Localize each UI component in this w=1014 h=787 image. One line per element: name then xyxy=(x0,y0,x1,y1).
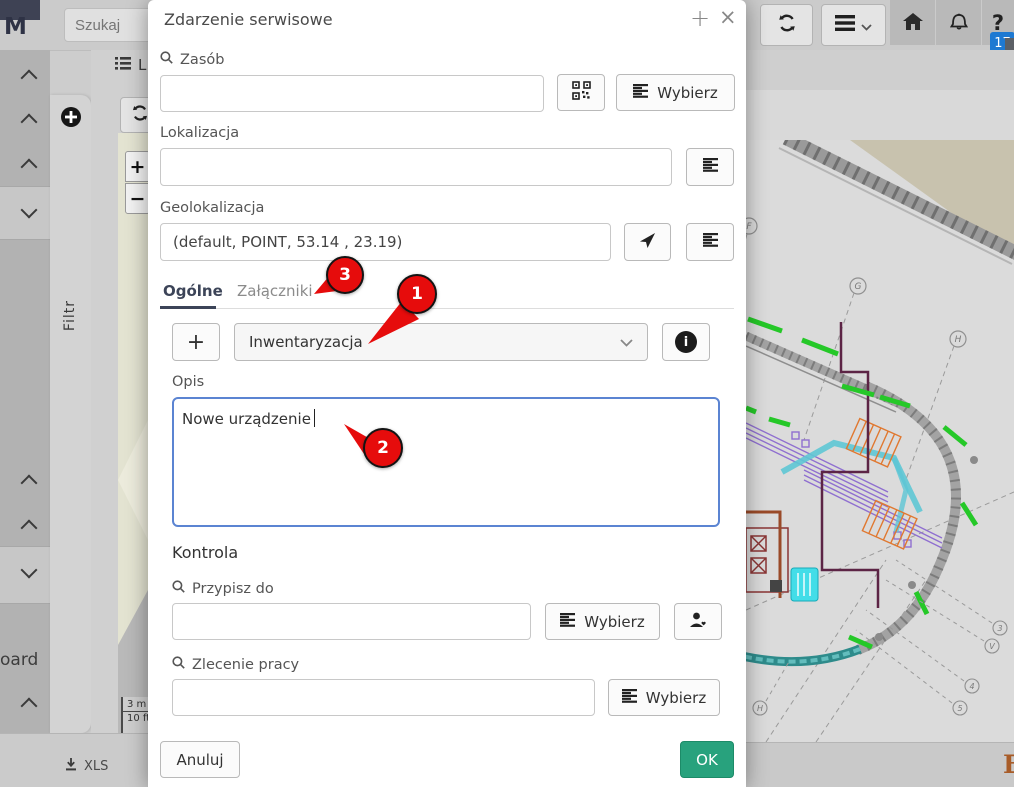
annotation-step-3: 3 xyxy=(326,256,364,294)
ref-label: H xyxy=(757,704,763,713)
notifications-button[interactable] xyxy=(936,0,981,45)
search-icon xyxy=(172,580,185,597)
ok-button[interactable]: OK xyxy=(680,741,734,778)
filter-panel-tab[interactable] xyxy=(50,95,91,733)
secondary-toolbar xyxy=(746,50,1014,90)
filter-tab-label: Filtr xyxy=(62,300,78,331)
grid-label: F xyxy=(746,222,752,232)
list-select-icon xyxy=(560,613,575,631)
assign-to-label: Przypisz do xyxy=(172,580,274,597)
text-cursor xyxy=(314,409,316,427)
cad-drawing: F G H xyxy=(746,140,1014,742)
ref-label: 3 xyxy=(997,624,1002,633)
search-icon xyxy=(172,656,185,673)
asset-field-label: Zasób xyxy=(160,51,224,68)
description-label: Opis xyxy=(172,374,204,390)
ref-label: 4 xyxy=(969,682,974,691)
viewer-header xyxy=(746,90,1014,140)
search-icon xyxy=(160,51,173,68)
info-icon: i xyxy=(675,331,697,353)
assign-to-me-button[interactable] xyxy=(674,603,722,640)
work-order-input[interactable] xyxy=(172,679,595,716)
active-tab-underline xyxy=(160,306,216,309)
person-heart-icon xyxy=(689,611,707,633)
bell-icon xyxy=(948,10,970,36)
qr-code-icon xyxy=(572,81,591,104)
sidebar-item-dashboard-partial[interactable]: oard xyxy=(0,650,38,670)
grid-label: H xyxy=(955,335,962,345)
chevron-down-icon xyxy=(620,333,633,351)
tab-general[interactable]: Ogólne xyxy=(163,282,223,300)
tab-attachments[interactable]: Załączniki xyxy=(237,282,313,300)
search-input[interactable] xyxy=(64,8,154,42)
work-order-select-button[interactable]: Wybierz xyxy=(608,679,720,716)
home-button[interactable] xyxy=(890,0,935,45)
grid-label: G xyxy=(855,282,862,292)
application-window: M ? 17 oard F xyxy=(0,0,1014,787)
refresh-button[interactable] xyxy=(760,4,813,46)
ref-label: 5 xyxy=(957,704,962,713)
event-type-value: Inwentaryzacja xyxy=(249,333,363,351)
description-textarea[interactable]: Nowe urządzenie xyxy=(172,397,720,527)
geolocation-input[interactable] xyxy=(160,223,611,261)
question-mark-icon: ? xyxy=(992,11,1004,35)
list-select-icon xyxy=(633,84,648,102)
list-select-icon xyxy=(703,158,718,176)
qr-scan-button[interactable] xyxy=(557,74,605,111)
list-select-icon xyxy=(622,689,637,707)
layers-list-button[interactable]: L xyxy=(115,56,146,74)
assign-select-button[interactable]: Wybierz xyxy=(545,603,660,640)
type-info-button[interactable]: i xyxy=(662,323,710,361)
work-order-label: Zlecenie pracy xyxy=(172,656,299,673)
export-xls-button[interactable]: XLS xyxy=(64,757,108,775)
dialog-close-icon[interactable]: × xyxy=(719,7,737,28)
list-icon xyxy=(115,56,131,74)
layers-label: L xyxy=(138,56,146,74)
cancel-button[interactable]: Anuluj xyxy=(160,741,240,778)
tab-strip-divider xyxy=(160,308,734,309)
map-zoom-in-button[interactable]: + xyxy=(125,151,150,182)
cad-corner-letter: E xyxy=(1003,750,1014,779)
annotation-step-2: 2 xyxy=(363,428,403,468)
home-icon xyxy=(902,11,924,35)
assign-to-input[interactable] xyxy=(172,603,531,640)
asset-select-button[interactable]: Wybierz xyxy=(616,74,735,111)
chevron-down-icon xyxy=(861,16,872,35)
app-logo: M xyxy=(4,14,27,40)
service-event-dialog: Zdarzenie serwisowe + × Zasób Wybierz Lo… xyxy=(148,0,746,787)
location-input[interactable] xyxy=(160,148,672,186)
refresh-icon xyxy=(777,13,797,37)
location-select-button[interactable] xyxy=(686,148,734,186)
control-heading: Kontrola xyxy=(172,543,238,562)
bottom-bar-right xyxy=(746,742,1014,787)
dialog-add-icon[interactable]: + xyxy=(690,6,710,30)
geolocation-select-button[interactable] xyxy=(686,223,734,261)
cad-viewport[interactable]: F G H xyxy=(746,140,1014,742)
location-field-label: Lokalizacja xyxy=(160,125,239,141)
download-icon xyxy=(64,757,78,775)
main-menu-button[interactable] xyxy=(821,4,886,46)
geolocation-field-label: Geolokalizacja xyxy=(160,200,264,216)
hamburger-icon xyxy=(835,15,855,35)
circle-plus-icon[interactable] xyxy=(60,106,82,132)
asset-input[interactable] xyxy=(160,75,544,112)
refresh-icon xyxy=(131,104,149,126)
description-text: Nowe urządzenie xyxy=(182,410,311,428)
map-polygon-light xyxy=(118,410,148,550)
locate-button[interactable] xyxy=(624,223,671,261)
export-label: XLS xyxy=(84,759,108,774)
list-select-icon xyxy=(703,233,718,251)
map-zoom-out-button[interactable]: − xyxy=(125,183,150,214)
event-type-dropdown[interactable]: Inwentaryzacja xyxy=(234,323,648,361)
add-type-button[interactable]: + xyxy=(172,323,220,361)
dialog-title: Zdarzenie serwisowe xyxy=(164,10,333,29)
annotation-step-1: 1 xyxy=(397,274,437,314)
ref-label: V xyxy=(989,642,995,651)
navigation-arrow-icon xyxy=(639,232,656,253)
